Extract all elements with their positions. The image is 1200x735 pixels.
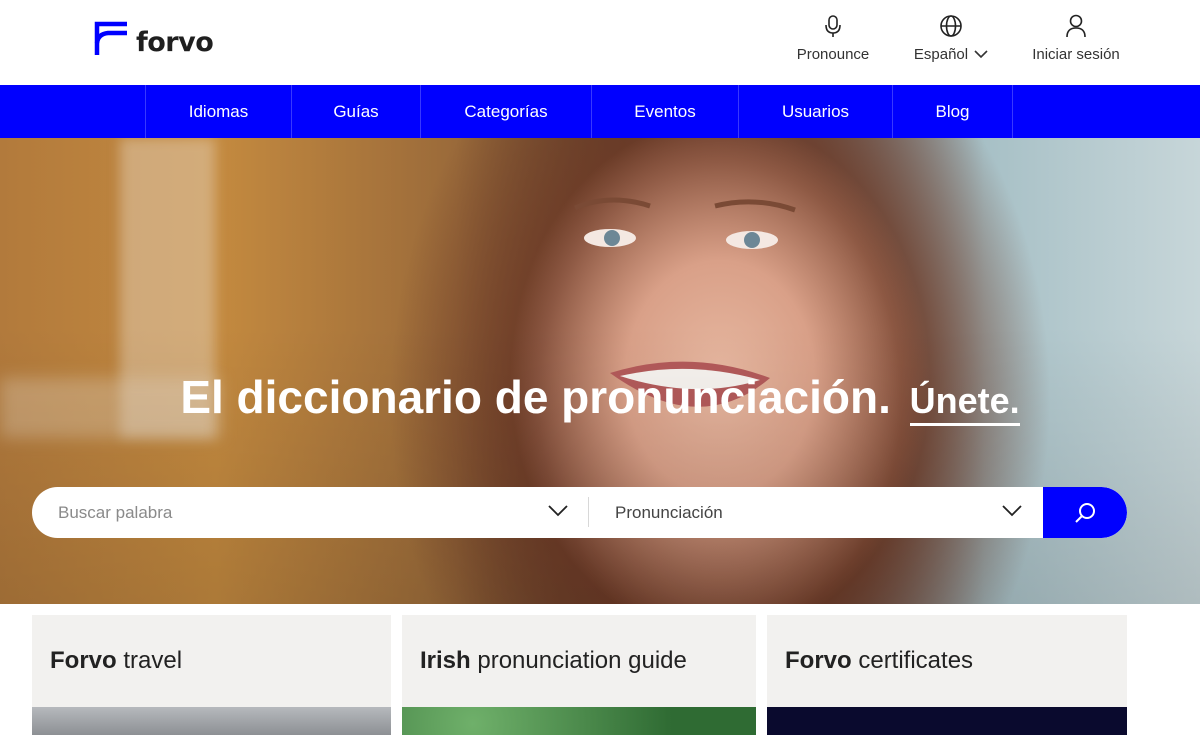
card-image: [402, 707, 756, 735]
language-label: Español: [913, 46, 969, 63]
nav-item-guias[interactable]: Guías: [292, 85, 421, 138]
nav-item-usuarios[interactable]: Usuarios: [739, 85, 893, 138]
hero-title: El diccionario de pronunciación.: [180, 371, 891, 423]
forvo-logo[interactable]: forvo: [94, 20, 214, 58]
card-title-bold: Irish: [420, 647, 471, 674]
nav-item-blog[interactable]: Blog: [893, 85, 1013, 138]
chevron-down-icon: [974, 50, 988, 59]
card-image: [32, 707, 391, 735]
card-title-bold: Forvo: [50, 647, 117, 674]
pronounce-label: Pronounce: [796, 46, 870, 63]
hero-section: El diccionario de pronunciación. Únete. …: [0, 138, 1200, 604]
user-icon: [1065, 10, 1087, 38]
search-divider: [588, 497, 589, 527]
main-nav: Idiomas Guías Categorías Eventos Usuario…: [0, 85, 1200, 138]
join-link[interactable]: Únete.: [909, 380, 1020, 426]
card-title-rest: travel: [123, 647, 183, 674]
card-forvo-travel[interactable]: Forvo travel: [32, 615, 391, 735]
card-title-rest: pronunciation guide: [477, 647, 687, 674]
card-title-bold: Forvo: [785, 647, 852, 674]
search-mode-label: Pronunciación: [615, 502, 723, 522]
hero-title-wrapper: El diccionario de pronunciación. Únete.: [0, 370, 1200, 426]
card-title: Forvo certificates: [785, 647, 973, 675]
pronounce-link[interactable]: Pronounce: [794, 10, 872, 63]
language-selector[interactable]: Español: [912, 10, 990, 63]
login-link[interactable]: Iniciar sesión: [1030, 10, 1122, 63]
microphone-icon: [823, 10, 843, 38]
search-icon: [1075, 502, 1095, 523]
nav-item-categorias[interactable]: Categorías: [421, 85, 592, 138]
nav-item-eventos[interactable]: Eventos: [592, 85, 739, 138]
login-label: Iniciar sesión: [1032, 46, 1120, 63]
nav-list: Idiomas Guías Categorías Eventos Usuario…: [145, 85, 1013, 138]
forvo-logo-mark-icon: [94, 21, 128, 55]
search-bar: Pronunciación: [32, 487, 1127, 538]
site-header: forvo Pronounce Español Iniciar sesión: [0, 0, 1200, 85]
nav-item-idiomas[interactable]: Idiomas: [146, 85, 292, 138]
search-button[interactable]: [1043, 487, 1127, 538]
card-forvo-certificates[interactable]: Forvo certificates: [767, 615, 1127, 735]
card-title-rest: certificates: [858, 647, 974, 674]
card-title: Forvo travel: [50, 647, 182, 675]
card-image: [767, 707, 1127, 735]
card-irish-guide[interactable]: Irish pronunciation guide: [402, 615, 756, 735]
search-input[interactable]: [32, 487, 588, 538]
search-suggestions-chevron-icon[interactable]: [548, 505, 568, 517]
feature-cards: Forvo travel Irish pronunciation guide F…: [0, 604, 1200, 735]
search-mode-chevron-icon[interactable]: [1002, 505, 1022, 517]
search-mode-select[interactable]: Pronunciación: [615, 487, 723, 538]
forvo-logo-text: forvo: [136, 26, 214, 58]
globe-icon: [939, 10, 963, 38]
card-title: Irish pronunciation guide: [420, 647, 687, 675]
